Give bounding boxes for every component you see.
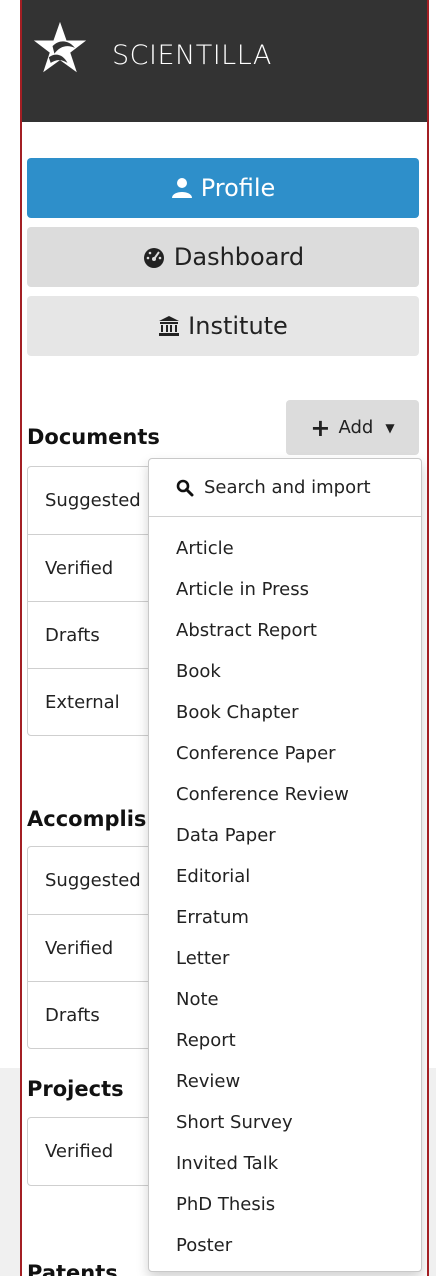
patents-heading: Patents [27, 1261, 118, 1276]
profile-button[interactable]: Profile [27, 158, 419, 218]
sidebar: SCIENTILLA Profile Dashboard Institute D… [20, 0, 429, 1276]
dashboard-label: Dashboard [173, 243, 305, 271]
profile-label: Profile [200, 174, 276, 202]
dashboard-button[interactable]: Dashboard [27, 227, 419, 287]
menu-item-abstract-report[interactable]: Abstract Report [176, 620, 317, 641]
menu-item-editorial[interactable]: Editorial [176, 866, 250, 887]
search-and-import-label: Search and import [204, 477, 371, 498]
menu-item-review[interactable]: Review [176, 1071, 240, 1092]
menu-item-letter[interactable]: Letter [176, 948, 229, 969]
add-label: Add [338, 417, 374, 438]
search-and-import-item[interactable]: Search and import [149, 459, 421, 517]
tachometer-icon [142, 246, 166, 268]
logo-icon [33, 21, 87, 73]
menu-item-short-survey[interactable]: Short Survey [176, 1112, 293, 1133]
menu-item-report[interactable]: Report [176, 1030, 236, 1051]
menu-item-book-chapter[interactable]: Book Chapter [176, 702, 298, 723]
institution-icon [158, 315, 180, 337]
projects-heading: Projects [27, 1077, 124, 1101]
menu-item-erratum[interactable]: Erratum [176, 907, 249, 928]
documents-heading: Documents [27, 425, 160, 449]
menu-item-note[interactable]: Note [176, 989, 219, 1010]
user-icon [171, 177, 193, 199]
search-icon [176, 479, 194, 497]
brand-name[interactable]: SCIENTILLA [112, 40, 272, 71]
top-bar: SCIENTILLA [22, 0, 427, 122]
menu-item-conference-paper[interactable]: Conference Paper [176, 743, 336, 764]
add-document-button[interactable]: + Add ▼ [286, 400, 419, 455]
menu-item-article[interactable]: Article [176, 538, 234, 559]
menu-item-poster[interactable]: Poster [176, 1235, 232, 1256]
menu-item-data-paper[interactable]: Data Paper [176, 825, 276, 846]
caret-down-icon: ▼ [385, 420, 395, 435]
add-dropdown-menu: Search and import Article Article in Pre… [148, 458, 422, 1272]
menu-item-conference-review[interactable]: Conference Review [176, 784, 349, 805]
accomplishments-heading: Accomplis [27, 807, 147, 831]
institute-button[interactable]: Institute [27, 296, 419, 356]
menu-item-article-in-press[interactable]: Article in Press [176, 579, 309, 600]
menu-item-invited-talk[interactable]: Invited Talk [176, 1153, 278, 1174]
plus-icon: + [310, 413, 331, 442]
menu-item-phd-thesis[interactable]: PhD Thesis [176, 1194, 275, 1215]
institute-label: Institute [188, 312, 288, 340]
menu-item-book[interactable]: Book [176, 661, 221, 682]
